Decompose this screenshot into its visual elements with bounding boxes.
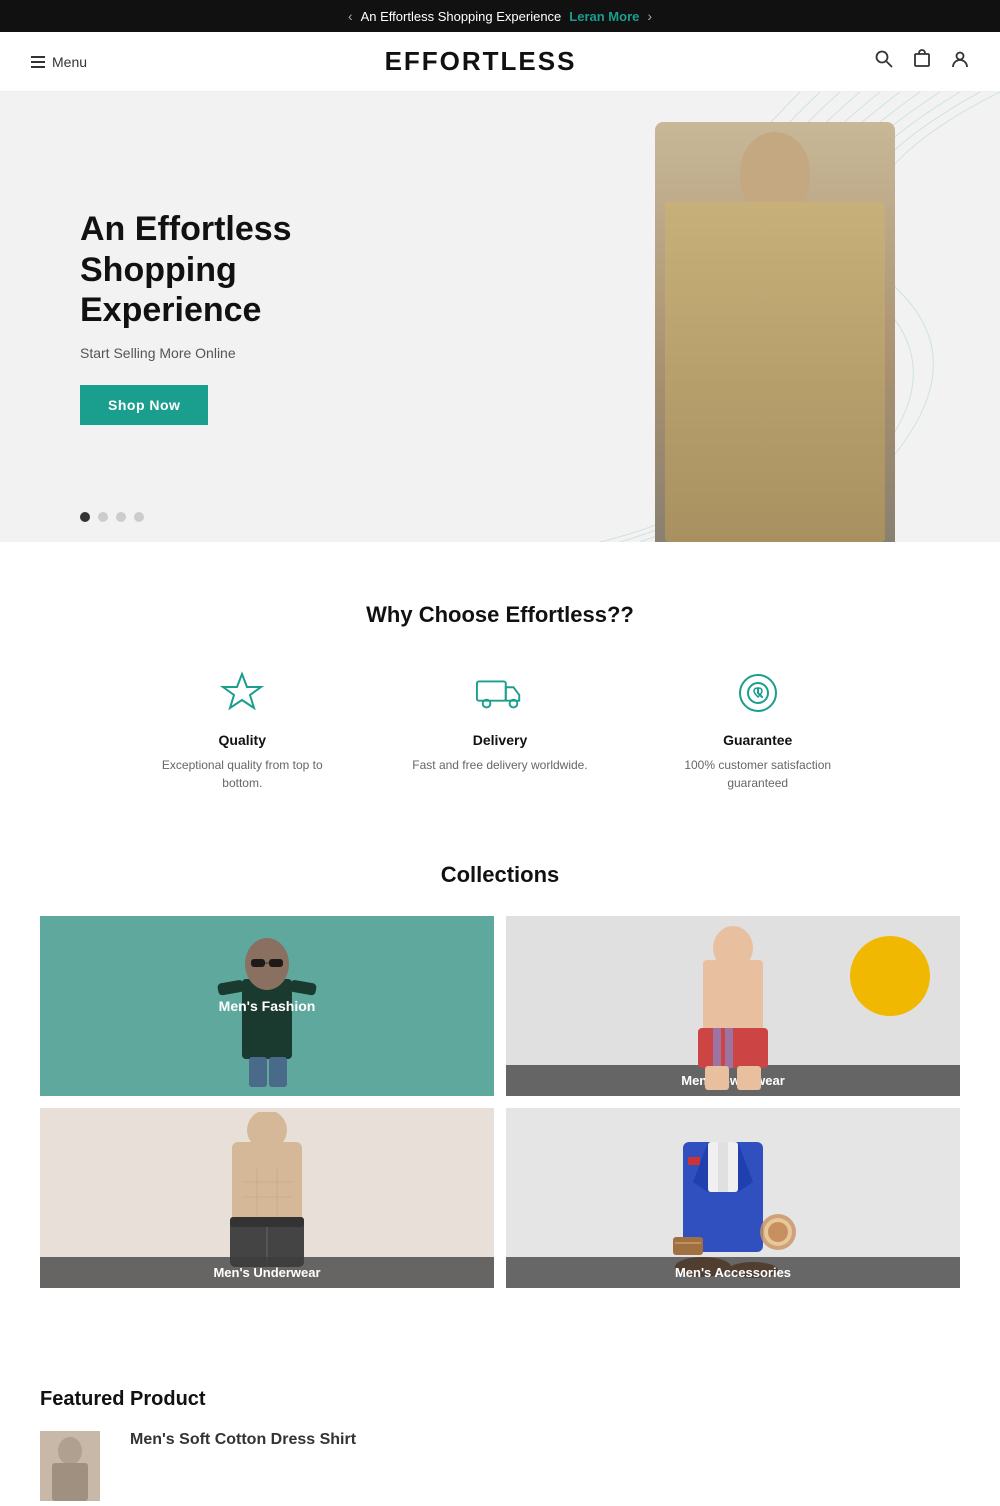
hero-dots bbox=[80, 512, 144, 522]
mens-accessories-label: Men's Accessories bbox=[506, 1257, 960, 1288]
hero-content: An Effortless Shopping Experience Start … bbox=[0, 149, 420, 485]
prev-arrow-icon[interactable]: ‹ bbox=[348, 8, 353, 24]
hero-person-figure bbox=[630, 102, 920, 542]
collections-grid: Men's Fashion Me bbox=[40, 916, 960, 1288]
top-bar: ‹ An Effortless Shopping Experience Lera… bbox=[0, 0, 1000, 32]
menu-label: Menu bbox=[52, 54, 87, 70]
collection-mens-fashion[interactable]: Men's Fashion bbox=[40, 916, 494, 1096]
mens-swimwear-figure bbox=[663, 920, 803, 1092]
features-list: Quality Exceptional quality from top to … bbox=[40, 668, 960, 792]
featured-product-name: Men's Soft Cotton Dress Shirt bbox=[130, 1431, 356, 1449]
collections-title: Collections bbox=[40, 862, 960, 888]
dot-1[interactable] bbox=[80, 512, 90, 522]
logo[interactable]: EFFORTLESS bbox=[385, 46, 577, 77]
swimwear-yellow-circle bbox=[850, 936, 930, 1016]
next-arrow-icon[interactable]: › bbox=[647, 8, 652, 24]
featured-thumb-image bbox=[40, 1431, 100, 1501]
mens-underwear-label: Men's Underwear bbox=[40, 1257, 494, 1288]
featured-product-thumbnail bbox=[40, 1431, 100, 1501]
featured-product-title: Featured Product bbox=[40, 1388, 960, 1411]
featured-row: Men's Soft Cotton Dress Shirt bbox=[40, 1431, 960, 1501]
mens-fashion-label: Men's Fashion bbox=[40, 990, 494, 1022]
search-icon[interactable] bbox=[874, 49, 894, 74]
dot-3[interactable] bbox=[116, 512, 126, 522]
delivery-title: Delivery bbox=[473, 732, 527, 748]
feature-quality: Quality Exceptional quality from top to … bbox=[152, 668, 332, 792]
top-bar-message: An Effortless Shopping Experience bbox=[361, 9, 562, 24]
hamburger-icon bbox=[30, 54, 46, 70]
collection-mens-swimwear[interactable]: Men's Swimwear bbox=[506, 916, 960, 1096]
learn-more-link[interactable]: Leran More bbox=[569, 9, 639, 24]
featured-product-info: Men's Soft Cotton Dress Shirt bbox=[130, 1431, 356, 1449]
cart-icon[interactable] bbox=[912, 49, 932, 74]
dot-4[interactable] bbox=[134, 512, 144, 522]
why-choose-section: Why Choose Effortless?? Quality Exceptio… bbox=[0, 542, 1000, 842]
guarantee-icon bbox=[733, 668, 783, 718]
featured-product-section: Featured Product Men's Soft Cotton Dress… bbox=[0, 1348, 1000, 1501]
guarantee-desc: 100% customer satisfaction guaranteed bbox=[668, 756, 848, 792]
delivery-desc: Fast and free delivery worldwide. bbox=[412, 756, 587, 774]
header: Menu EFFORTLESS bbox=[0, 32, 1000, 92]
guarantee-title: Guarantee bbox=[723, 732, 792, 748]
quality-icon bbox=[217, 668, 267, 718]
header-icons bbox=[874, 49, 970, 74]
hero-section: An Effortless Shopping Experience Start … bbox=[0, 92, 1000, 542]
hero-right bbox=[400, 92, 1000, 542]
delivery-icon bbox=[475, 668, 525, 718]
user-icon[interactable] bbox=[950, 49, 970, 74]
hero-headline: An Effortless Shopping Experience bbox=[80, 209, 340, 331]
feature-delivery: Delivery Fast and free delivery worldwid… bbox=[412, 668, 587, 792]
collection-mens-accessories[interactable]: Men's Accessories bbox=[506, 1108, 960, 1288]
dot-2[interactable] bbox=[98, 512, 108, 522]
hero-subtext: Start Selling More Online bbox=[80, 345, 340, 361]
feature-guarantee: Guarantee 100% customer satisfaction gua… bbox=[668, 668, 848, 792]
why-choose-title: Why Choose Effortless?? bbox=[40, 602, 960, 628]
menu-button[interactable]: Menu bbox=[30, 54, 87, 70]
collection-mens-underwear[interactable]: Men's Underwear bbox=[40, 1108, 494, 1288]
shop-now-button[interactable]: Shop Now bbox=[80, 385, 208, 425]
collections-section: Collections bbox=[0, 842, 1000, 1348]
quality-title: Quality bbox=[219, 732, 266, 748]
quality-desc: Exceptional quality from top to bottom. bbox=[152, 756, 332, 792]
